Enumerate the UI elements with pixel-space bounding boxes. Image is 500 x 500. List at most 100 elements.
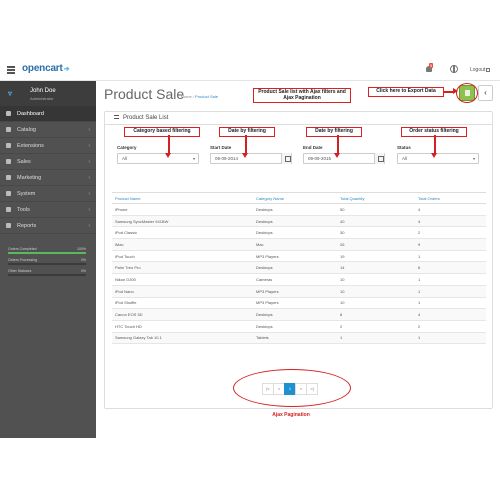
table-body: iPhone Desktops 50 4 Samsung SyncMaster 941B…	[112, 203, 486, 345]
table-cell: 1	[337, 332, 415, 345]
table-cell: HTC Touch HD	[112, 320, 253, 333]
sidebar-item-sales[interactable]: Sales ›	[0, 154, 96, 170]
start-date-filter: Start Date 09-09-2014	[210, 145, 292, 164]
table-cell: Samsung Galaxy Tab 10.1	[112, 332, 253, 345]
table-cell: Desktops	[253, 261, 337, 275]
chevron-down-icon: ▾	[192, 156, 195, 161]
sidebar-item-catalog[interactable]: Catalog ›	[0, 122, 96, 138]
sidebar-item-marketing[interactable]: Marketing ›	[0, 170, 96, 186]
table-cell: 4	[415, 308, 486, 321]
column-header-orders[interactable]: Total Orders	[415, 192, 486, 204]
table-cell: 1	[415, 250, 486, 263]
table-row: iMac Mac 26 9	[112, 238, 486, 251]
chevron-right-icon: ›	[88, 159, 90, 165]
sidebar-item-extensions[interactable]: Extensions ›	[0, 138, 96, 154]
category-select[interactable]: All ▾	[117, 153, 199, 164]
table-row: iPod Nano MP3 Players 10 1	[112, 285, 486, 298]
table-cell: Desktops	[253, 203, 337, 216]
table-cell: Nikon D300	[112, 273, 253, 286]
table-cell: Desktops	[253, 308, 337, 321]
table-cell: 4	[415, 203, 486, 216]
store-globe-icon[interactable]	[450, 65, 458, 73]
table-row: Samsung SyncMaster 941BW Desktops 40 4	[112, 215, 486, 228]
notification-count-badge: 5	[429, 63, 434, 68]
column-header-product[interactable]: Product Name	[112, 192, 253, 204]
notification-bell-icon[interactable]: 5	[425, 63, 434, 74]
table-row: Samsung Galaxy Tab 10.1 Tablets 1 1	[112, 332, 486, 345]
sidebar-item-dashboard[interactable]: Dashboard	[0, 106, 96, 122]
cog-icon	[6, 191, 11, 197]
chevron-right-icon: ›	[88, 207, 90, 213]
table-cell: Desktops	[253, 215, 337, 228]
list-icon	[114, 115, 119, 120]
breadcrumb-home[interactable]: Home	[181, 94, 192, 99]
column-header-quantity[interactable]: Total Quantity	[337, 192, 415, 204]
annotation-ring	[456, 83, 478, 103]
table-row: iPod Touch MP3 Players 19 1	[112, 250, 486, 263]
table-row: iPod Shuffle MP3 Players 10 1	[112, 297, 486, 310]
chevron-right-icon: ›	[88, 191, 90, 197]
calendar-icon[interactable]	[374, 153, 384, 164]
table-cell: 2	[337, 320, 415, 333]
page-title: Product Sale	[104, 86, 185, 102]
sidebar: ▿ John Doe Administrator Dashboard Catal…	[0, 81, 96, 438]
table-row: Nikon D300 Cameras 10 1	[112, 273, 486, 286]
table-cell: Desktops	[253, 226, 337, 240]
table-cell: iPod Touch	[112, 250, 253, 263]
table-cell: 8	[337, 308, 415, 321]
back-button[interactable]: ‹	[478, 85, 493, 101]
table-cell: 19	[337, 250, 415, 263]
status-select[interactable]: All ▾	[397, 153, 479, 164]
table-cell: 10	[337, 273, 415, 286]
table-cell: 1	[415, 297, 486, 310]
stat-orders-processing: Orders Processing 0%	[8, 258, 86, 265]
progress-fill	[8, 252, 86, 254]
opencart-logo[interactable]: opencart➔	[22, 63, 70, 74]
category-filter: Category All ▾	[117, 145, 199, 164]
table-cell: iPod Nano	[112, 285, 253, 298]
product-sale-table: Product Name Category Name Total Quantit…	[112, 192, 486, 345]
panel-heading: Product Sale List	[105, 112, 492, 125]
table-cell: Tablets	[253, 332, 337, 345]
table-row: iPhone Desktops 50 4	[112, 203, 486, 216]
end-date-filter: End Date 09-09-2015	[303, 145, 385, 164]
table-cell: 40	[337, 215, 415, 228]
table-cell: 50	[337, 203, 415, 216]
puzzle-icon	[6, 143, 11, 149]
table-row: iPod Classic Desktops 30 2	[112, 226, 486, 240]
table-cell: 2	[415, 226, 486, 240]
annotation-date-note-2: Date by filtering	[306, 127, 362, 137]
status-filter: Status All ▾	[397, 145, 479, 164]
table-cell: Mac	[253, 238, 337, 251]
end-date-input[interactable]: 09-09-2015	[303, 153, 385, 164]
annotation-date-note-1: Date by filtering	[219, 127, 275, 137]
table-cell: 1	[415, 273, 486, 286]
profile[interactable]: ▿ John Doe Administrator	[0, 81, 96, 106]
sidebar-item-system[interactable]: System ›	[0, 186, 96, 202]
annotation-list-note: Product Sale list with Ajax filters and …	[253, 88, 351, 103]
column-header-category[interactable]: Category Name	[253, 192, 337, 204]
profile-name: John Doe	[30, 88, 56, 94]
breadcrumb-current[interactable]: Product Sale	[195, 94, 218, 99]
annotation-category-note: Category based filtering	[124, 127, 200, 137]
annotation-arrow	[242, 135, 248, 158]
table-cell: 26	[337, 238, 415, 251]
order-stats: Orders Completed 100% Orders Processing 0%…	[8, 247, 86, 280]
tag-icon	[6, 127, 11, 133]
menu-toggle-icon[interactable]	[7, 66, 15, 74]
sidebar-item-reports[interactable]: Reports ›	[0, 218, 96, 234]
calendar-icon[interactable]	[281, 153, 291, 164]
table-cell: MP3 Players	[253, 250, 337, 263]
table-cell: 9	[415, 238, 486, 251]
stat-orders-completed: Orders Completed 100%	[8, 247, 86, 254]
start-date-input[interactable]: 09-09-2014	[210, 153, 292, 164]
annotation-pagination-note: Ajax Pagination	[272, 412, 310, 418]
table-cell: 10	[337, 297, 415, 310]
table-cell: 6	[415, 261, 486, 275]
top-header: opencart➔ 5 Logout	[0, 59, 500, 81]
sidebar-item-tools[interactable]: Tools ›	[0, 202, 96, 218]
share-icon	[6, 175, 11, 181]
table-cell: 1	[415, 332, 486, 345]
logout-link[interactable]: Logout	[470, 67, 491, 73]
table-cell: 10	[337, 285, 415, 298]
